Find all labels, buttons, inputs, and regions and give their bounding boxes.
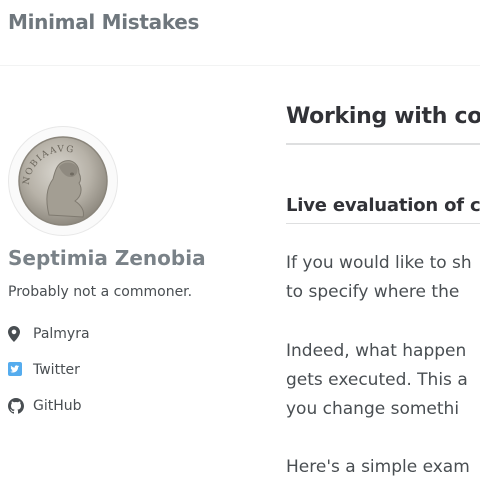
paragraph-3-line-1: Here's a simple exam — [286, 457, 470, 477]
section-heading: Live evaluation of c — [286, 195, 480, 216]
author-bio: Probably not a commoner. — [8, 284, 193, 300]
paragraph-1-line-1: If you would like to sh — [286, 253, 472, 273]
paragraph-1: If you would like to sh to specify where… — [286, 249, 472, 307]
paragraph-1-line-2: to specify where the — [286, 282, 460, 302]
author-avatar: NOBIAAVG — [8, 126, 118, 236]
page-title: Working with cod — [286, 104, 480, 129]
twitter-icon — [8, 362, 26, 380]
github-icon — [8, 398, 26, 418]
author-link-twitter: Twitter — [8, 362, 90, 398]
github-link[interactable]: GitHub — [33, 398, 82, 414]
section-divider — [286, 223, 480, 224]
author-link-location: Palmyra — [8, 326, 90, 362]
author-sidebar: NOBIAAVG Septimia Zenobia Probably not a… — [8, 126, 258, 414]
location-label: Palmyra — [33, 326, 90, 342]
map-marker-icon — [8, 326, 26, 346]
paragraph-2-line-1: Indeed, what happen — [286, 341, 467, 361]
author-links: Palmyra Twitter GitHub — [8, 326, 90, 434]
paragraph-3: Here's a simple exam — [286, 453, 470, 480]
paragraph-2-line-3: you change somethi — [286, 399, 460, 419]
page: Minimal Mistakes NOBIAAVG Septimia Zenob… — [0, 0, 480, 480]
masthead: Minimal Mistakes — [0, 0, 480, 66]
author-name: Septimia Zenobia — [8, 246, 206, 270]
site-title-link[interactable]: Minimal Mistakes — [8, 10, 199, 34]
twitter-link[interactable]: Twitter — [33, 362, 80, 378]
paragraph-2: Indeed, what happen gets executed. This … — [286, 337, 468, 424]
coin-image: NOBIAAVG — [18, 136, 108, 226]
title-divider — [286, 143, 480, 145]
author-link-github: GitHub — [8, 398, 90, 434]
paragraph-2-line-2: gets executed. This a — [286, 370, 468, 390]
